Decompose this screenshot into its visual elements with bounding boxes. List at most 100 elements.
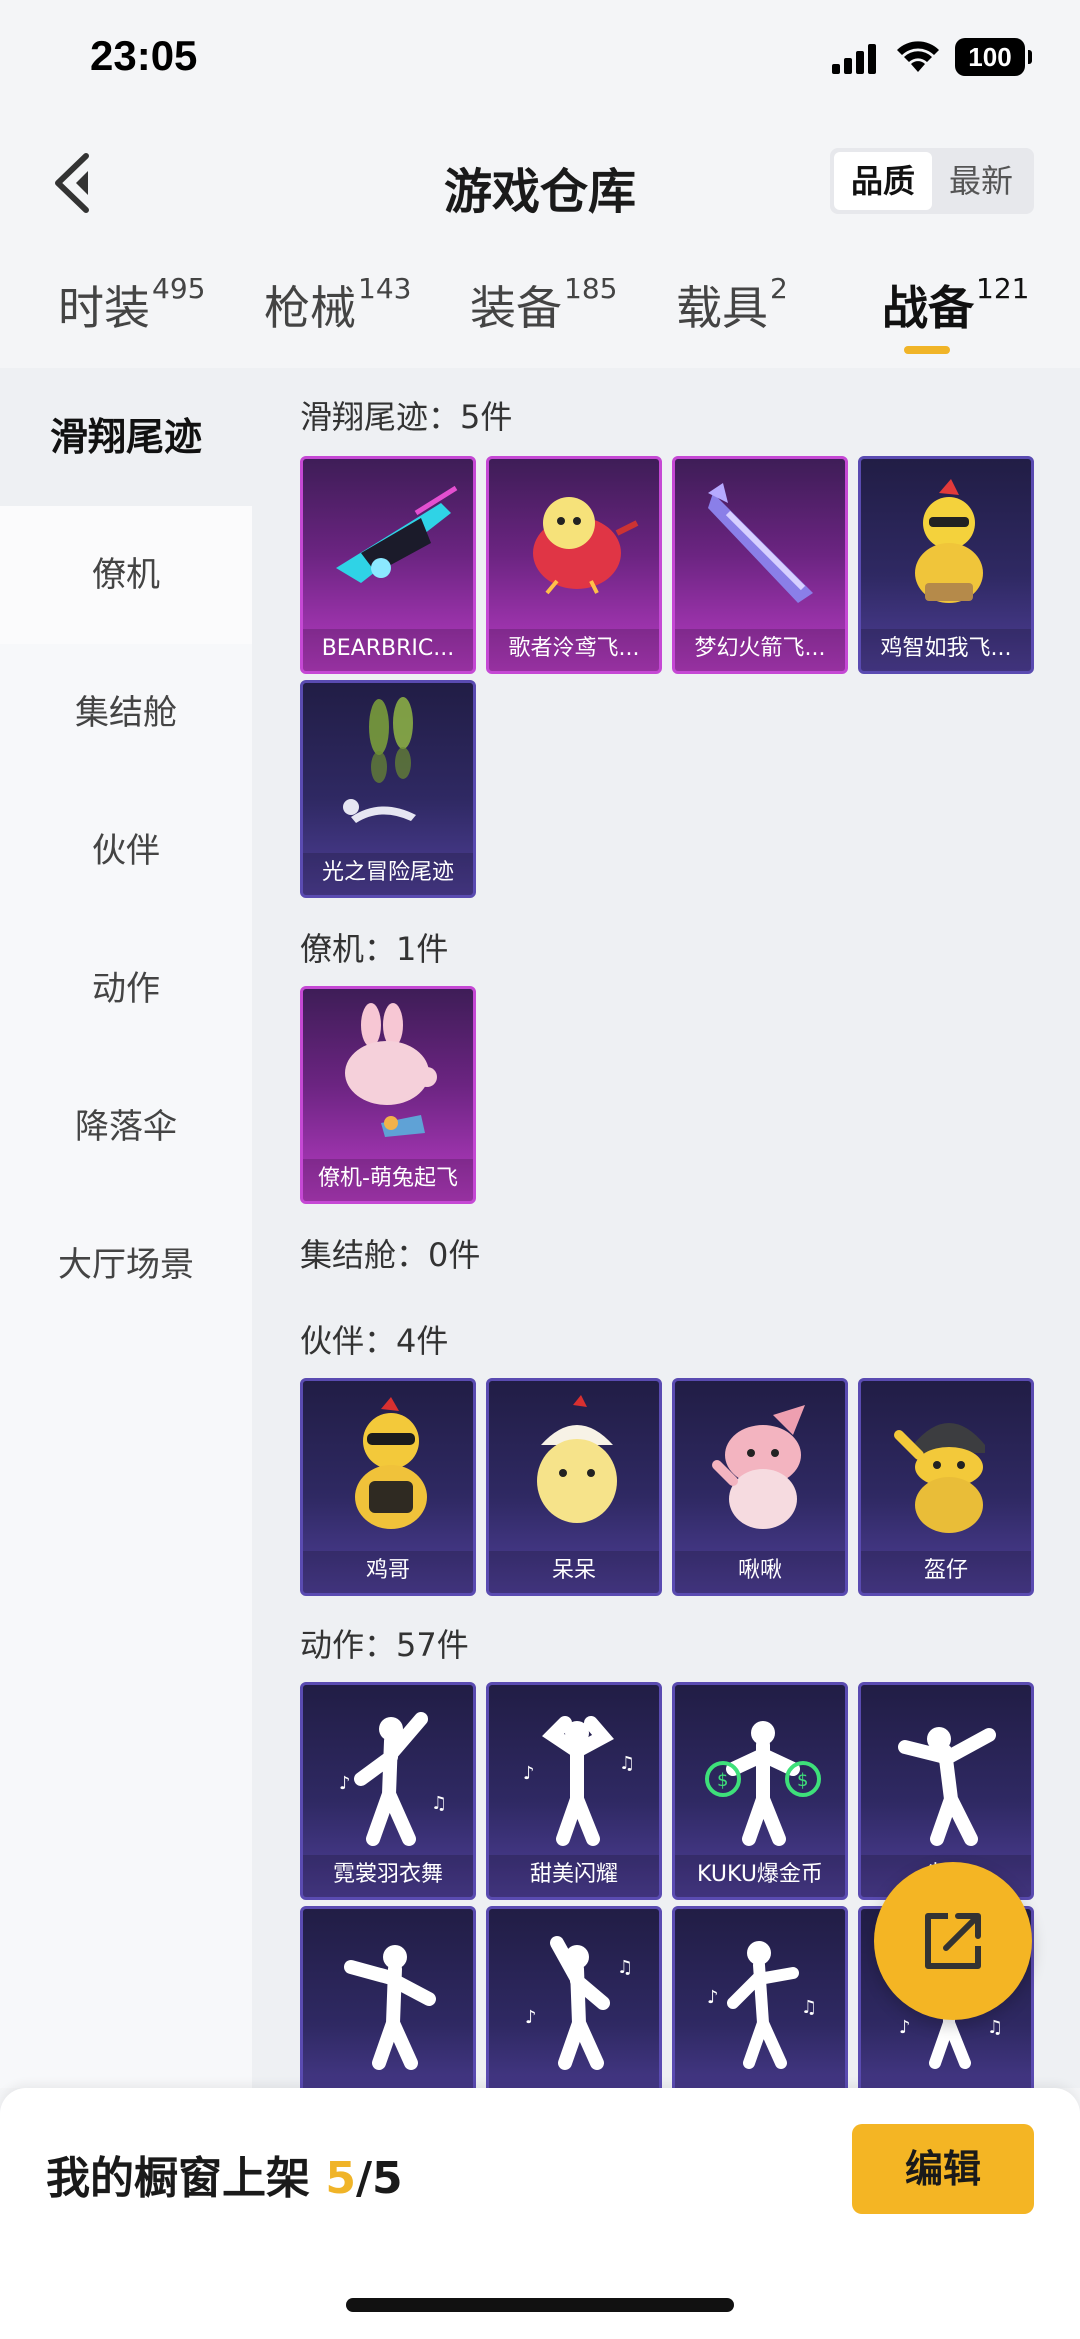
item-card[interactable]: 盔仔 bbox=[858, 1378, 1034, 1596]
item-label: 啾啾 bbox=[675, 1551, 845, 1593]
item-card[interactable]: ♪ ♫ bbox=[672, 1906, 848, 2088]
tab-vehicles[interactable]: 载具2 bbox=[676, 272, 788, 338]
rocket-glider-icon bbox=[708, 483, 813, 603]
item-card[interactable]: 鸡智如我飞... bbox=[858, 456, 1034, 674]
header: 游戏仓库 品质 最新 bbox=[0, 120, 1080, 240]
status-bar: 23:05 100 bbox=[0, 0, 1080, 120]
item-label: 光之冒险尾迹 bbox=[303, 853, 473, 895]
item-label: 鸡智如我飞... bbox=[861, 629, 1031, 671]
svg-text:♪: ♪ bbox=[523, 1763, 535, 1784]
item-card[interactable]: 僚机-萌兔起飞 bbox=[300, 986, 476, 1204]
item-card[interactable]: ♪ ♫ 甜美闪耀 bbox=[486, 1682, 662, 1900]
tab-guns[interactable]: 枪械143 bbox=[264, 272, 411, 338]
tab-fashion[interactable]: 时装495 bbox=[58, 272, 205, 338]
chicken-partner-icon bbox=[355, 1397, 427, 1529]
bunny-wingman-icon bbox=[345, 1003, 437, 1137]
section-title-glide: 滑翔尾迹：5件 bbox=[300, 398, 513, 436]
showcase-total-count: /5 bbox=[355, 2153, 403, 2204]
dance-pose-icon: ♪♫ bbox=[523, 1716, 635, 1846]
item-label: 梦幻火箭飞... bbox=[675, 629, 845, 671]
item-card[interactable]: 光之冒险尾迹 bbox=[300, 680, 476, 898]
section-title-wingman: 僚机：1件 bbox=[300, 930, 449, 968]
active-tab-indicator bbox=[904, 346, 950, 354]
item-card[interactable]: ♪ ♫ bbox=[486, 1906, 662, 2088]
svg-text:$: $ bbox=[717, 1770, 728, 1791]
sidebar-item-wingman[interactable]: 僚机 bbox=[0, 506, 252, 644]
status-time: 23:05 bbox=[90, 32, 198, 79]
sort-newest-button[interactable]: 最新 bbox=[932, 152, 1030, 210]
dance-pose-icon: ♪♫ bbox=[525, 1936, 633, 2070]
sort-quality-button[interactable]: 品质 bbox=[834, 152, 932, 210]
category-tabs: 时装495 枪械143 装备185 载具2 战备121 bbox=[0, 260, 1080, 368]
svg-text:♪: ♪ bbox=[339, 1773, 351, 1794]
dance-pose-icon: ♪♫ bbox=[707, 1941, 817, 2069]
svg-text:♫: ♫ bbox=[431, 1793, 447, 1814]
share-icon bbox=[925, 1913, 981, 1969]
singer-bird-icon bbox=[533, 497, 639, 595]
svg-text:$: $ bbox=[797, 1770, 808, 1791]
tab-label: 时装 bbox=[58, 281, 150, 335]
tab-count: 143 bbox=[358, 272, 412, 305]
showcase-status: 我的橱窗上架 5/5 bbox=[46, 2142, 403, 2206]
svg-text:♫: ♫ bbox=[987, 2017, 1003, 2038]
share-button[interactable] bbox=[874, 1862, 1032, 2020]
item-label: 呆呆 bbox=[489, 1551, 659, 1593]
dance-pose-icon: ♪♫ bbox=[339, 1712, 447, 1846]
tab-count: 185 bbox=[564, 272, 618, 305]
item-label: 歌者泠鸢飞... bbox=[489, 629, 659, 671]
smoke-trail-icon bbox=[343, 697, 416, 823]
sort-toggle: 品质 最新 bbox=[830, 148, 1034, 214]
svg-text:♫: ♫ bbox=[619, 1753, 635, 1774]
signal-icon bbox=[832, 44, 878, 74]
svg-text:♪: ♪ bbox=[899, 2017, 911, 2038]
section-title-emote: 动作：57件 bbox=[300, 1626, 469, 1664]
egg-chick-partner-icon bbox=[537, 1395, 617, 1523]
section-title-capsule: 集结舱：0件 bbox=[300, 1236, 481, 1274]
item-card[interactable]: 歌者泠鸢飞... bbox=[486, 456, 662, 674]
tab-equipment[interactable]: 装备185 bbox=[470, 272, 617, 338]
pink-bird-partner-icon bbox=[712, 1405, 805, 1529]
dab-pose-icon bbox=[898, 1727, 996, 1846]
item-label: 鸡哥 bbox=[303, 1551, 473, 1593]
tab-count: 495 bbox=[152, 272, 206, 305]
item-card[interactable]: 鸡哥 bbox=[300, 1378, 476, 1596]
sidebar-item-emote[interactable]: 动作 bbox=[0, 920, 252, 1058]
tab-label: 载具 bbox=[676, 281, 768, 335]
showcase-label: 我的橱窗上架 bbox=[46, 2153, 326, 2204]
section-title-partner: 伙伴：4件 bbox=[300, 1322, 449, 1360]
svg-text:♪: ♪ bbox=[707, 1987, 719, 2008]
item-card[interactable]: 呆呆 bbox=[486, 1378, 662, 1596]
dance-pose-icon bbox=[344, 1945, 436, 2070]
item-card[interactable]: ♪ ♫ 霓裳羽衣舞 bbox=[300, 1682, 476, 1900]
item-card[interactable]: 啾啾 bbox=[672, 1378, 848, 1596]
item-label: 盔仔 bbox=[861, 1551, 1031, 1593]
sidebar: 滑翔尾迹 僚机 集结舱 伙伴 动作 降落伞 大厅场景 bbox=[0, 368, 252, 2088]
sidebar-item-partner[interactable]: 伙伴 bbox=[0, 782, 252, 920]
item-label: 僚机-萌兔起飞 bbox=[303, 1159, 473, 1201]
svg-text:♫: ♫ bbox=[617, 1957, 633, 1978]
item-card[interactable] bbox=[300, 1906, 476, 2088]
chick-glider-icon bbox=[915, 479, 983, 603]
glider-icon bbox=[336, 485, 458, 583]
edit-button[interactable]: 编辑 bbox=[852, 2124, 1034, 2214]
svg-text:♫: ♫ bbox=[801, 1997, 817, 2018]
home-indicator bbox=[346, 2298, 734, 2312]
sidebar-item-parachute[interactable]: 降落伞 bbox=[0, 1058, 252, 1196]
item-label: BEARBRIC... bbox=[303, 629, 473, 671]
showcase-current-count: 5 bbox=[325, 2153, 356, 2204]
tab-combat-prep[interactable]: 战备121 bbox=[882, 272, 1029, 338]
sidebar-item-glide-trail[interactable]: 滑翔尾迹 bbox=[0, 368, 252, 506]
item-label: 霓裳羽衣舞 bbox=[303, 1855, 473, 1897]
tab-label: 枪械 bbox=[264, 281, 356, 335]
item-card[interactable]: 梦幻火箭飞... bbox=[672, 456, 848, 674]
sidebar-item-lobby-scene[interactable]: 大厅场景 bbox=[0, 1196, 252, 1334]
tab-count: 121 bbox=[976, 272, 1030, 305]
item-label: 甜美闪耀 bbox=[489, 1855, 659, 1897]
tab-label: 装备 bbox=[470, 281, 562, 335]
sidebar-item-capsule[interactable]: 集结舱 bbox=[0, 644, 252, 782]
wifi-icon bbox=[897, 41, 939, 72]
tab-label: 战备 bbox=[882, 281, 974, 335]
item-grid: 滑翔尾迹：5件 BEARBRIC... 歌者泠鸢飞... 梦幻火箭飞... 鸡智… bbox=[252, 368, 1080, 2088]
item-card[interactable]: $ $ KUKU爆金币 bbox=[672, 1682, 848, 1900]
item-card[interactable]: BEARBRIC... bbox=[300, 456, 476, 674]
